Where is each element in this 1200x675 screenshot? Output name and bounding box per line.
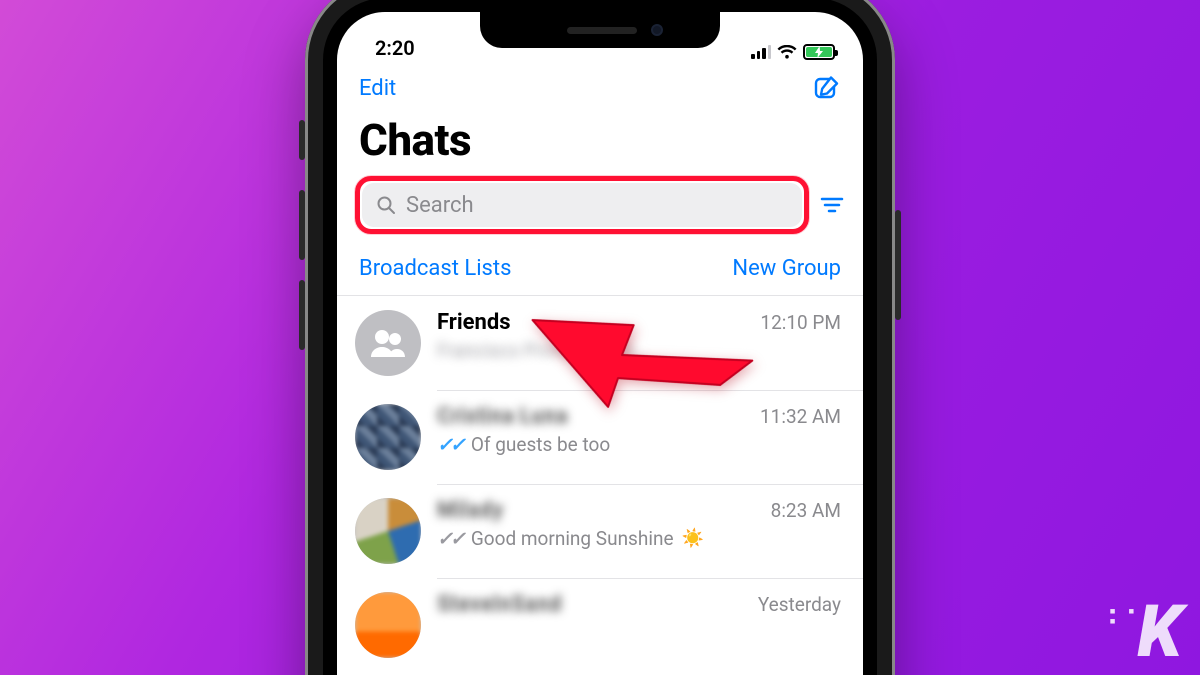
phone-frame: 2:20 — [305, 0, 895, 675]
wifi-icon — [777, 45, 797, 60]
chat-name: Cristina Luna — [437, 404, 568, 429]
power-button — [895, 210, 901, 320]
screen: 2:20 — [337, 12, 863, 675]
chat-row[interactable]: Friends 12:10 PM Francisco Primo: 📷 Sti… — [337, 296, 863, 390]
sun-emoji-icon: ☀️ — [682, 528, 704, 549]
chat-row[interactable]: Cristina Luna 11:32 AM ✓✓ Of guests be t… — [337, 390, 863, 484]
new-group-link[interactable]: New Group — [732, 256, 841, 281]
status-time: 2:20 — [369, 36, 415, 60]
chat-timestamp: 11:32 AM — [760, 405, 841, 428]
avatar — [355, 404, 421, 470]
search-input[interactable]: Search — [362, 183, 802, 227]
chat-timestamp: Yesterday — [758, 593, 841, 616]
mute-switch — [299, 120, 305, 160]
battery-icon — [803, 44, 835, 60]
chat-name: Milady — [437, 498, 503, 523]
phone-bezel: 2:20 — [323, 0, 877, 675]
edit-button[interactable]: Edit — [359, 76, 396, 101]
avatar — [355, 592, 421, 658]
chat-preview: ✓✓ Good morning Sunshine ☀️ — [437, 527, 841, 550]
chat-timestamp: 8:23 AM — [771, 499, 841, 522]
compose-icon[interactable] — [813, 74, 841, 102]
status-indicators — [751, 44, 835, 60]
group-icon — [368, 323, 408, 363]
search-placeholder: Search — [406, 193, 474, 218]
status-bar: 2:20 — [337, 12, 863, 64]
broadcast-lists-link[interactable]: Broadcast Lists — [359, 256, 511, 281]
chat-row[interactable]: Milady 8:23 AM ✓✓ Good morning Sunshine … — [337, 484, 863, 578]
watermark: ▪ ▪▪ K — [1137, 603, 1178, 661]
chat-name: SteveInSand — [437, 592, 561, 617]
chat-row[interactable]: SteveInSand Yesterday — [337, 578, 863, 672]
search-row: Search — [337, 176, 863, 246]
highlight-box: Search — [355, 176, 809, 234]
sublinks-row: Broadcast Lists New Group — [337, 246, 863, 296]
avatar — [355, 310, 421, 376]
charging-bolt-icon — [815, 46, 823, 58]
cellular-signal-icon — [751, 45, 771, 59]
chat-name: Friends — [437, 310, 511, 335]
chat-preview: ✓✓ Of guests be too — [437, 433, 841, 456]
chat-timestamp: 12:10 PM — [760, 311, 841, 334]
navbar: Edit — [337, 64, 863, 108]
chat-list: Friends 12:10 PM Francisco Primo: 📷 Sti…… — [337, 296, 863, 672]
stage: 2:20 — [0, 0, 1200, 675]
chat-preview: Francisco Primo: 📷 Sti… — [437, 339, 841, 362]
read-ticks-icon: ✓✓ — [437, 433, 463, 456]
volume-up-button — [299, 190, 305, 260]
volume-down-button — [299, 280, 305, 350]
avatar — [355, 498, 421, 564]
delivered-ticks-icon: ✓✓ — [437, 527, 463, 550]
search-icon — [376, 195, 396, 215]
page-title: Chats — [337, 108, 863, 176]
filter-icon[interactable] — [819, 195, 845, 215]
